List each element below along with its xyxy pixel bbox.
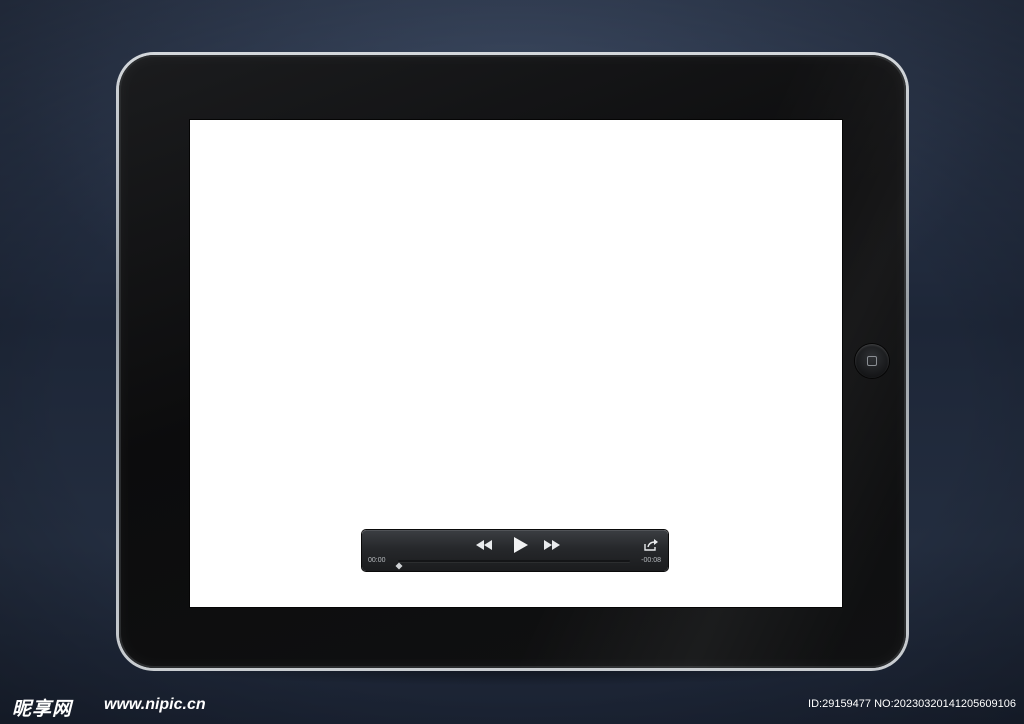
rewind-icon — [476, 540, 492, 550]
tablet-device: 00:00 -00:08 — [116, 52, 909, 671]
home-button[interactable] — [855, 344, 889, 378]
scrubber-knob-icon — [395, 562, 403, 570]
elapsed-time: 00:00 — [368, 557, 386, 564]
share-button[interactable] — [643, 538, 659, 552]
tablet-screen: 00:00 -00:08 — [190, 120, 842, 607]
watermark-id: ID:29159477 NO:20230320141205609106 — [808, 698, 1016, 710]
tablet-bezel: 00:00 -00:08 — [119, 55, 906, 668]
rewind-button[interactable] — [473, 538, 495, 552]
play-button[interactable] — [510, 535, 530, 555]
remaining-time: -00:08 — [641, 557, 661, 564]
watermark-logo: 昵享网 — [12, 698, 73, 720]
fast-forward-button[interactable] — [541, 538, 563, 552]
share-icon — [644, 539, 658, 551]
play-icon — [514, 537, 528, 553]
fast-forward-icon — [544, 540, 560, 550]
progress-track[interactable] — [398, 560, 630, 562]
home-square-icon — [867, 356, 877, 366]
video-player-controls: 00:00 -00:08 — [362, 530, 668, 571]
scrubber-handle[interactable] — [395, 557, 403, 570]
watermark-url: www.nipic.cn — [104, 696, 206, 713]
